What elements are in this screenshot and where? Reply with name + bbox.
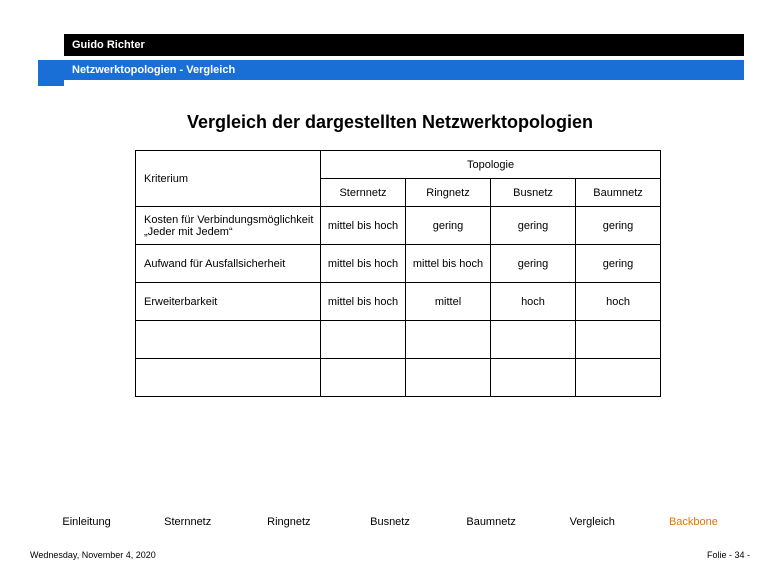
value-cell: mittel (406, 283, 491, 321)
nav-vergleich[interactable]: Vergleich (542, 516, 643, 528)
value-cell: gering (406, 207, 491, 245)
footer-date: Wednesday, November 4, 2020 (30, 550, 156, 560)
value-cell: gering (491, 207, 576, 245)
empty-cell (576, 321, 661, 359)
empty-cell (576, 359, 661, 397)
criterion-cell: Kosten für Verbindungsmöglichkeit „Jeder… (136, 207, 321, 245)
col-busnetz: Busnetz (491, 179, 576, 207)
footer-page: Folie - 34 - (707, 550, 750, 560)
col-sternnetz: Sternnetz (321, 179, 406, 207)
empty-cell (321, 359, 406, 397)
criterion-cell: Erweiterbarkeit (136, 283, 321, 321)
footer: Wednesday, November 4, 2020 Folie - 34 - (30, 550, 750, 560)
empty-cell (406, 359, 491, 397)
empty-cell (406, 321, 491, 359)
value-cell: mittel bis hoch (321, 245, 406, 283)
criterion-header: Kriterium (136, 151, 321, 207)
table-row-empty (136, 321, 661, 359)
header-author-bar: Guido Richter (64, 34, 744, 56)
criterion-cell: Aufwand für Ausfallsicherheit (136, 245, 321, 283)
header-accent-square (38, 60, 64, 86)
value-cell: gering (576, 245, 661, 283)
empty-cell (136, 321, 321, 359)
table-row: Kosten für Verbindungsmöglichkeit „Jeder… (136, 207, 661, 245)
topology-header: Topologie (321, 151, 661, 179)
nav-ringnetz[interactable]: Ringnetz (238, 516, 339, 528)
table-row-empty (136, 359, 661, 397)
col-ringnetz: Ringnetz (406, 179, 491, 207)
header-author: Guido Richter (72, 39, 145, 51)
value-cell: hoch (576, 283, 661, 321)
table-row: Aufwand für Ausfallsicherheit mittel bis… (136, 245, 661, 283)
empty-cell (491, 359, 576, 397)
slide-title: Vergleich der dargestellten Netzwerktopo… (0, 112, 780, 133)
header-subtitle-bar: Netzwerktopologien - Vergleich (64, 60, 744, 80)
nav-baumnetz[interactable]: Baumnetz (441, 516, 542, 528)
table-row: Erweiterbarkeit mittel bis hoch mittel h… (136, 283, 661, 321)
value-cell: mittel bis hoch (321, 207, 406, 245)
nav-bar: Einleitung Sternnetz Ringnetz Busnetz Ba… (36, 516, 744, 528)
empty-cell (136, 359, 321, 397)
value-cell: gering (491, 245, 576, 283)
value-cell: hoch (491, 283, 576, 321)
nav-backbone[interactable]: Backbone (643, 516, 744, 528)
value-cell: mittel bis hoch (406, 245, 491, 283)
empty-cell (321, 321, 406, 359)
empty-cell (491, 321, 576, 359)
value-cell: mittel bis hoch (321, 283, 406, 321)
nav-einleitung[interactable]: Einleitung (36, 516, 137, 528)
comparison-table-wrap: Kriterium Topologie Sternnetz Ringnetz B… (135, 150, 660, 397)
nav-busnetz[interactable]: Busnetz (339, 516, 440, 528)
comparison-table: Kriterium Topologie Sternnetz Ringnetz B… (135, 150, 661, 397)
nav-sternnetz[interactable]: Sternnetz (137, 516, 238, 528)
header-subtitle: Netzwerktopologien - Vergleich (72, 64, 235, 76)
col-baumnetz: Baumnetz (576, 179, 661, 207)
value-cell: gering (576, 207, 661, 245)
